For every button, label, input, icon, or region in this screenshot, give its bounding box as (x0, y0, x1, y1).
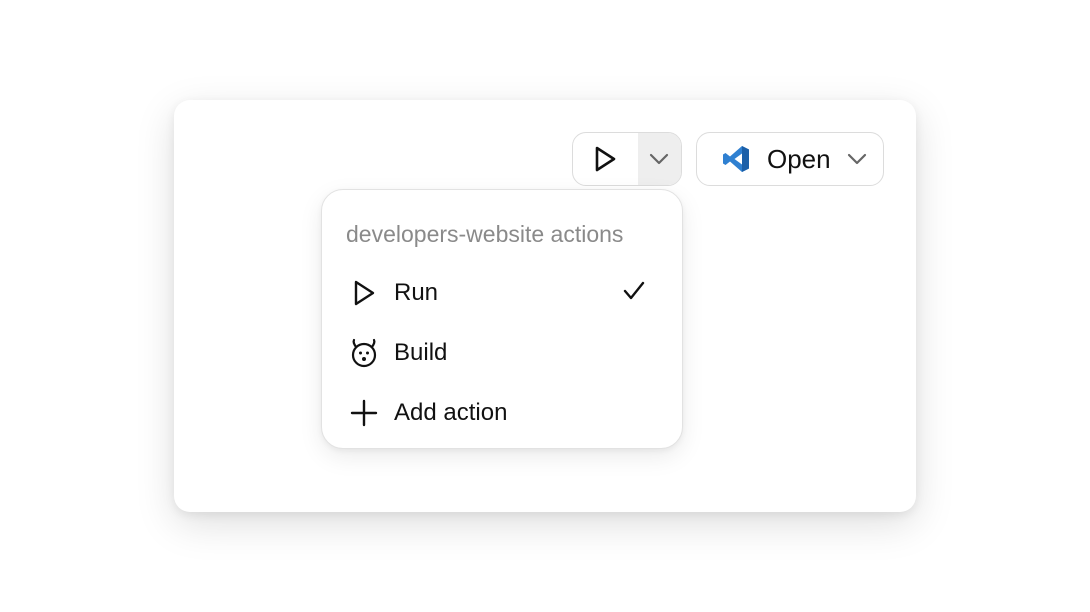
menu-item-add-action[interactable]: Add action (334, 387, 670, 439)
menu-item-run[interactable]: Run (334, 267, 670, 319)
vscode-icon (723, 146, 749, 172)
plus-icon (348, 397, 380, 429)
run-button[interactable] (573, 133, 638, 185)
run-split-button (572, 132, 682, 186)
menu-item-label: Add action (394, 399, 508, 426)
play-icon (596, 146, 616, 172)
build-icon (348, 337, 380, 369)
open-button-label: Open (767, 143, 831, 174)
chevron-down-icon (650, 153, 669, 165)
menu-item-label: Build (394, 339, 448, 366)
open-options-chevron[interactable] (847, 153, 867, 165)
open-in-editor-button[interactable]: Open (696, 132, 884, 186)
checkmark-icon (622, 280, 646, 302)
menu-item-build[interactable]: Build (334, 327, 670, 379)
chevron-down-icon (847, 153, 866, 165)
menu-item-label: Run (394, 279, 439, 306)
play-icon (348, 277, 380, 309)
actions-dropdown-menu: developers-website actions Run Build Add… (321, 189, 683, 449)
run-options-toggle[interactable] (637, 133, 681, 185)
menu-header: developers-website actions (346, 221, 624, 247)
